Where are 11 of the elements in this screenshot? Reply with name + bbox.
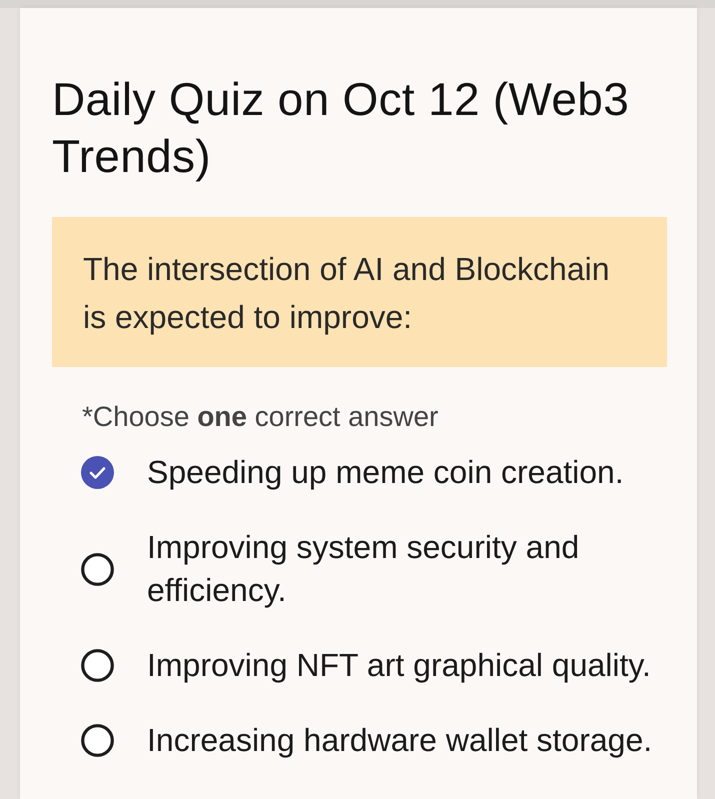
radio-icon[interactable] xyxy=(81,724,114,757)
option-label[interactable]: Speeding up meme coin creation. xyxy=(147,451,624,494)
radio-icon[interactable] xyxy=(81,552,114,586)
quiz-title: Daily Quiz on Oct 12 (Web3 Trends) xyxy=(52,72,630,184)
checked-radio-icon[interactable] xyxy=(81,456,114,489)
option-label[interactable]: Improving system security and efficiency. xyxy=(147,526,681,612)
question-text: The intersection of AI and Blockchain is expected to improve: xyxy=(83,250,611,337)
option-label[interactable]: Increasing hardware wallet storage. xyxy=(147,719,652,762)
radio-icon[interactable] xyxy=(81,649,114,682)
option-label[interactable]: Improving NFT art graphical quality. xyxy=(147,644,651,687)
instruction-text: *Choose one correct answer xyxy=(81,401,440,433)
